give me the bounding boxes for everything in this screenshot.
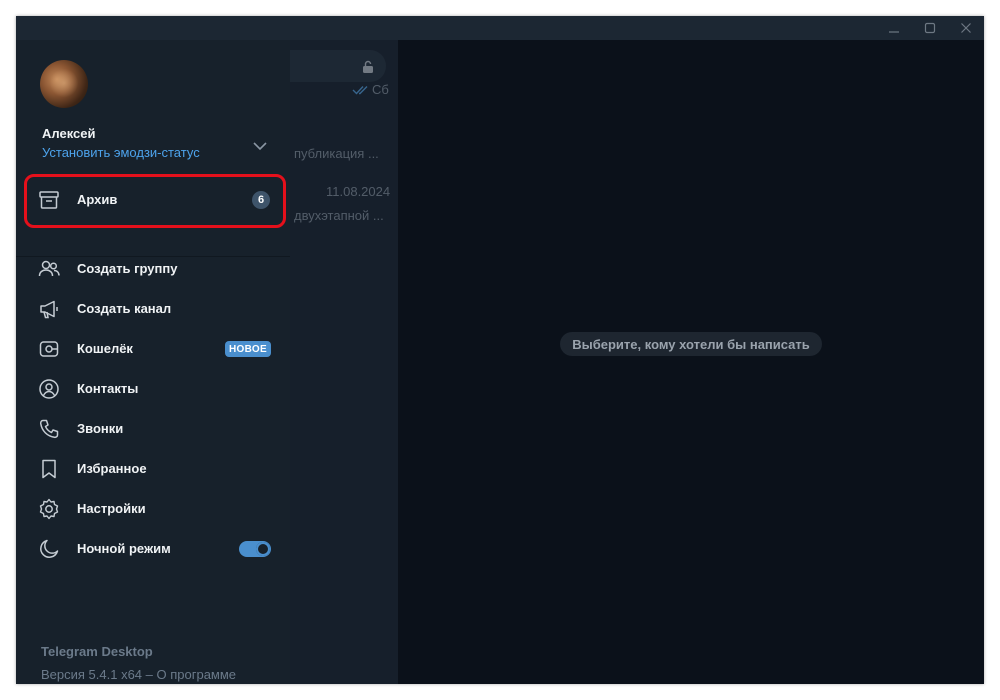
menu-item-contacts[interactable]: Контакты (16, 369, 290, 409)
chat-time: 11.08.2024 (326, 184, 391, 199)
menu-item-calls[interactable]: Звонки (16, 409, 290, 449)
version-line: Версия 5.4.1 x64 – О программе (41, 667, 236, 682)
chevron-down-icon (253, 142, 267, 151)
menu-item-label: Ночной режим (77, 541, 171, 556)
menu-item-settings[interactable]: Настройки (16, 489, 290, 529)
highlight-frame (24, 174, 286, 228)
menu-item-label: Контакты (77, 381, 139, 396)
double-check-icon (352, 84, 370, 96)
maximize-button[interactable] (912, 16, 948, 40)
menu-item-saved[interactable]: Избранное (16, 449, 290, 489)
new-badge: НОВОЕ (225, 341, 271, 357)
accounts-expand-button[interactable] (250, 136, 270, 156)
phone-icon (38, 418, 60, 440)
menu-item-new-channel[interactable]: Создать канал (16, 289, 290, 329)
menu-item-label: Создать канал (77, 301, 172, 316)
menu-item-wallet[interactable]: Кошелёк НОВОЕ (16, 329, 290, 369)
maximize-icon (924, 22, 936, 34)
app-window: Сб публикация ... 11.08.2024 двухэтапной… (16, 16, 984, 684)
side-menu: Алексей Установить эмодзи-статус Архив 6… (16, 40, 290, 684)
version-text: Версия 5.4.1 x64 (41, 667, 143, 682)
chat-preview: публикация ... (294, 146, 379, 161)
gear-icon (38, 498, 60, 520)
contact-icon (38, 378, 60, 400)
bookmark-icon (38, 458, 60, 480)
menu-item-label: Избранное (77, 461, 147, 476)
toggle-knob (256, 542, 270, 556)
chat-time: Сб (372, 82, 389, 97)
lock-icon[interactable] (362, 60, 374, 74)
menu-item-new-group[interactable]: Создать группу (16, 249, 290, 289)
menu-item-label: Создать группу (77, 261, 178, 276)
moon-icon (38, 538, 60, 560)
minimize-button[interactable] (876, 16, 912, 40)
app-name: Telegram Desktop (41, 644, 153, 659)
chat-view (398, 40, 984, 684)
group-icon (38, 258, 60, 280)
close-icon (961, 23, 971, 33)
wallet-icon (38, 338, 60, 360)
version-separator: – (142, 667, 157, 682)
empty-chat-hint: Выберите, кому хотели бы написать (560, 332, 822, 356)
night-mode-toggle[interactable] (239, 541, 271, 557)
minimize-icon (889, 31, 899, 33)
emoji-status-link[interactable]: Установить эмодзи-статус (42, 145, 200, 160)
menu-item-night-mode[interactable]: Ночной режим (16, 529, 290, 569)
user-name: Алексей (42, 126, 96, 141)
title-bar (16, 16, 984, 40)
menu-item-label: Звонки (77, 421, 124, 436)
megaphone-icon (38, 298, 60, 320)
avatar[interactable] (40, 60, 88, 108)
menu-item-label: Настройки (77, 501, 146, 516)
menu-item-label: Кошелёк (77, 341, 133, 356)
close-button[interactable] (948, 16, 984, 40)
chat-preview: двухэтапной ... (294, 208, 384, 223)
about-link[interactable]: О программе (157, 667, 237, 682)
